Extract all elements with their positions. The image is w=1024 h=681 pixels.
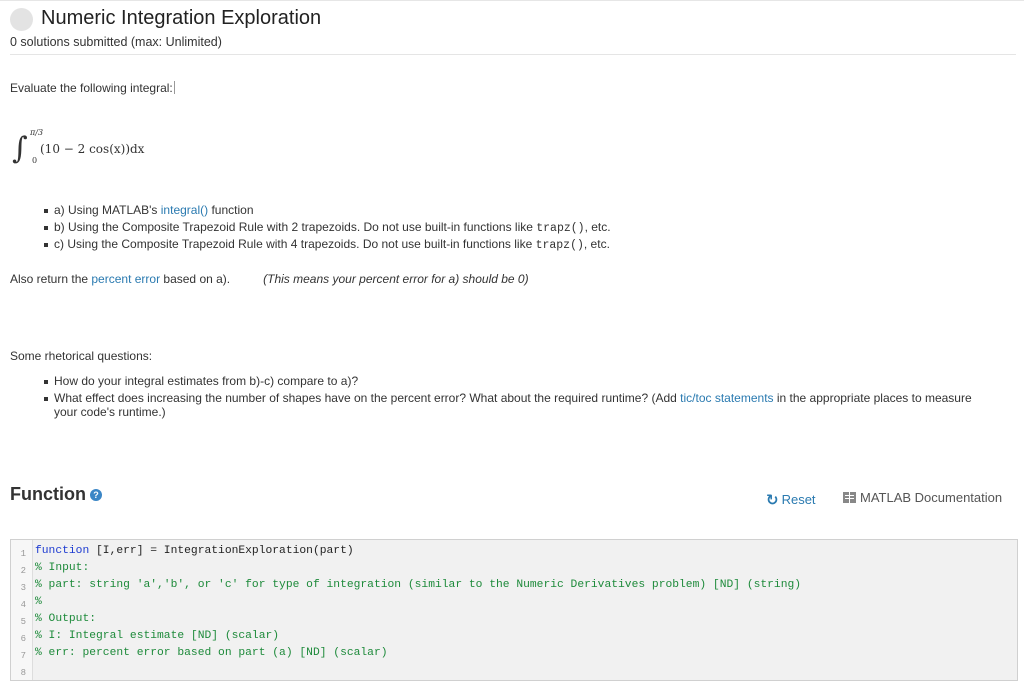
question-circle-icon[interactable]: ? [89, 489, 102, 501]
integral-equation: ∫ π/3 0 (10 − 2 cos(x))dx [12, 128, 212, 172]
book-icon [843, 492, 856, 503]
problem-header: Numeric Integration Exploration 0 soluti… [10, 6, 1016, 55]
trapz-code: trapz() [535, 239, 584, 252]
text-cursor [173, 81, 175, 94]
task-item-c: c) Using the Composite Trapezoid Rule wi… [44, 237, 611, 254]
code-line[interactable]: 8 [11, 662, 26, 679]
reset-button[interactable]: ↻ Reset [766, 491, 816, 509]
integral-function-link[interactable]: integral() [161, 203, 208, 217]
code-line[interactable]: 1 function [I,err] = IntegrationExplorati… [11, 543, 354, 560]
top-divider [0, 0, 1024, 1]
percent-error-link[interactable]: percent error [91, 272, 160, 286]
integral-upper-limit: π/3 [30, 128, 44, 137]
code-line[interactable]: 3% part: string 'a','b', or 'c' for type… [11, 577, 801, 594]
also-return-text: Also return the percent error based on a… [10, 272, 529, 286]
rhetorical-heading: Some rhetorical questions: [10, 349, 153, 363]
solved-status-icon [10, 8, 33, 31]
question-list: How do your integral estimates from b)-c… [44, 374, 972, 425]
task-item-a: a) Using MATLAB's integral() function [44, 203, 611, 220]
code-line[interactable]: 7% err: percent error based on part (a) … [11, 645, 388, 662]
code-line[interactable]: 4% [11, 594, 42, 611]
tic-toc-link[interactable]: tic/toc statements [680, 391, 773, 405]
code-editor[interactable]: 1 function [I,err] = IntegrationExplorati… [10, 539, 1018, 681]
task-list: a) Using MATLAB's integral() function b)… [44, 203, 611, 254]
function-section-title: Function? [10, 484, 102, 505]
task-item-b: b) Using the Composite Trapezoid Rule wi… [44, 220, 611, 237]
integral-lower-limit: 0 [32, 156, 38, 165]
integral-expression: (10 − 2 cos(x))dx [40, 142, 145, 156]
question-item: How do your integral estimates from b)-c… [44, 374, 972, 391]
page-title: Numeric Integration Exploration [41, 7, 322, 29]
code-line[interactable]: 2% Input: [11, 560, 90, 577]
matlab-documentation-button[interactable]: MATLAB Documentation [843, 490, 1002, 505]
code-line[interactable]: 6% I: Integral estimate [ND] (scalar) [11, 628, 279, 645]
intro-text: Evaluate the following integral: [10, 81, 175, 95]
code-line[interactable]: 5% Output: [11, 611, 96, 628]
submission-count: 0 solutions submitted (max: Unlimited) [10, 35, 222, 49]
trapz-code: trapz() [536, 222, 585, 235]
question-item: What effect does increasing the number o… [44, 391, 972, 425]
integral-sign: ∫ [12, 131, 28, 166]
refresh-icon: ↻ [766, 492, 779, 509]
percent-error-note: (This means your percent error for a) sh… [263, 272, 529, 286]
